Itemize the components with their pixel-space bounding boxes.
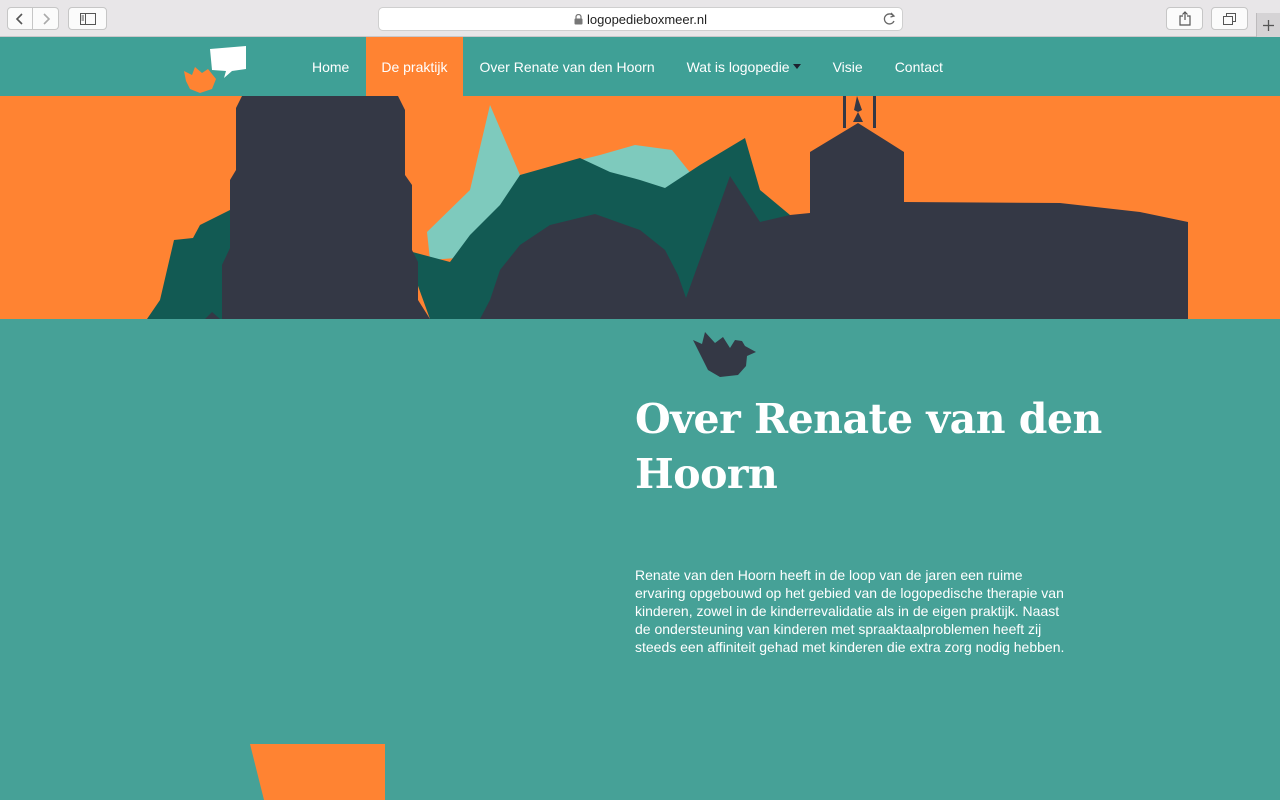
menu-item-over-renate[interactable]: Over Renate van den Hoorn (464, 37, 671, 96)
plus-icon (1263, 19, 1274, 31)
reload-icon[interactable] (883, 12, 896, 31)
bird-icon (693, 332, 756, 377)
tabs-icon (1223, 12, 1236, 25)
hero-banner (0, 96, 1280, 319)
sidebar-icon (79, 12, 96, 25)
address-bar[interactable]: logopedieboxmeer.nl (378, 7, 903, 31)
decorative-orange-shape (250, 744, 385, 800)
menu-item-label: Over Renate van den Hoorn (479, 58, 655, 75)
menu-item-label: Visie (832, 58, 863, 75)
intro-paragraph: Renate van den Hoorn heeft in de loop va… (635, 567, 1065, 655)
lock-icon (574, 13, 583, 25)
page-title: Over Renate van den Hoorn (635, 395, 1102, 498)
menu-item-label: De praktijk (381, 58, 448, 75)
back-icon (15, 12, 23, 25)
menu-item-contact[interactable]: Contact (879, 37, 959, 96)
menu-item-home[interactable]: Home (296, 37, 365, 96)
skyline-illustration (147, 96, 1188, 319)
menu-item-label: Wat is logopedie (686, 58, 790, 75)
site-header: Home De praktijk Over Renate van den Hoo… (0, 37, 1280, 96)
history-buttons (7, 7, 60, 30)
forward-button[interactable] (33, 7, 59, 30)
menu-item-wat-is-logopedie[interactable]: Wat is logopedie (671, 37, 817, 96)
logo[interactable] (180, 41, 250, 95)
main-menu: Home De praktijk Over Renate van den Hoo… (296, 37, 959, 96)
new-tab-button[interactable] (1256, 13, 1280, 37)
browser-toolbar: logopedieboxmeer.nl (0, 0, 1280, 37)
sidebar-button[interactable] (68, 7, 107, 30)
tabs-button[interactable] (1211, 7, 1248, 30)
speech-bubble-icon (210, 46, 246, 78)
caret-down-icon (792, 64, 801, 69)
menu-item-label: Contact (894, 58, 943, 75)
menu-item-label: Home (312, 58, 350, 75)
back-button[interactable] (7, 7, 33, 30)
bird-logo-icon (184, 67, 216, 93)
menu-item-de-praktijk[interactable]: De praktijk (366, 37, 463, 96)
forward-icon (42, 12, 50, 25)
menu-item-visie[interactable]: Visie (817, 37, 879, 96)
share-button[interactable] (1166, 7, 1203, 30)
share-icon (1178, 11, 1191, 26)
url-text: logopedieboxmeer.nl (587, 11, 707, 27)
